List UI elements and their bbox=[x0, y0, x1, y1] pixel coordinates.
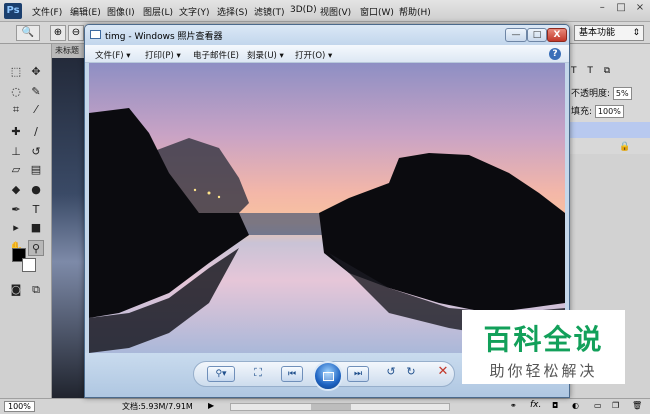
link-panel-icon[interactable]: ⧉ bbox=[604, 66, 610, 76]
background-color-swatch[interactable] bbox=[22, 258, 36, 272]
move-tool-icon[interactable]: ✥ bbox=[28, 64, 44, 80]
select-arrows-icon: ⇕ bbox=[632, 28, 640, 38]
rotate-ccw-icon[interactable]: ↺ bbox=[383, 365, 399, 378]
viewer-menu-print[interactable]: 打印(P) ▾ bbox=[145, 49, 181, 61]
rotate-cw-icon[interactable]: ↻ bbox=[403, 365, 419, 378]
viewer-titlebar[interactable]: timg - Windows 照片查看器 — □ X bbox=[85, 25, 569, 45]
delete-layer-icon[interactable]: 🗑 bbox=[632, 401, 642, 410]
mask-icon[interactable]: ◘ bbox=[552, 401, 558, 410]
viewer-menu-file[interactable]: 文件(F) ▾ bbox=[95, 49, 131, 61]
brush-tool-icon[interactable]: ∕ bbox=[28, 124, 44, 140]
document-info: 文档:5.93M/7.91M bbox=[122, 402, 193, 411]
history-brush-icon[interactable]: ↺ bbox=[28, 144, 44, 160]
menu-window[interactable]: 窗口(W) bbox=[360, 5, 394, 18]
link-layers-icon[interactable]: ⚭ bbox=[510, 401, 517, 410]
next-icon[interactable]: ⏭ bbox=[347, 366, 369, 382]
type-panel-icon-2[interactable]: T bbox=[587, 66, 593, 76]
crop-tool-icon[interactable]: ⌗ bbox=[8, 102, 24, 118]
horizontal-scrollbar[interactable] bbox=[230, 403, 450, 411]
ps-canvas bbox=[52, 58, 86, 398]
fill-input[interactable]: 100% bbox=[594, 105, 624, 118]
workspace-label: 基本功能 bbox=[579, 28, 616, 38]
previous-icon[interactable]: ⏮ bbox=[281, 366, 303, 382]
viewer-minimize-button[interactable]: — bbox=[505, 28, 527, 42]
fill-label: 填充: bbox=[571, 107, 593, 117]
path-select-icon[interactable]: ▸ bbox=[8, 220, 24, 236]
eyedropper-tool-icon[interactable]: ⁄ bbox=[28, 102, 44, 118]
ps-maximize-button[interactable]: □ bbox=[613, 2, 629, 16]
selected-layer-row[interactable] bbox=[567, 122, 650, 138]
viewer-title: timg - Windows 照片查看器 bbox=[105, 32, 223, 42]
fx-icon[interactable]: fx. bbox=[530, 400, 541, 410]
panel-icon-row: T T ⧉ bbox=[571, 66, 610, 76]
watermark-logo: 百科全说 助你轻松解决 bbox=[462, 310, 625, 384]
shape-tool-icon[interactable]: ■ bbox=[28, 220, 44, 236]
healing-brush-icon[interactable]: ✚ bbox=[8, 124, 24, 140]
help-icon[interactable]: ? bbox=[549, 48, 561, 60]
photoshop-logo: Ps bbox=[4, 3, 22, 19]
opacity-input[interactable]: 5% bbox=[612, 87, 632, 100]
viewer-menu-burn[interactable]: 刻录(U) ▾ bbox=[247, 49, 284, 61]
menu-edit[interactable]: 编辑(E) bbox=[70, 5, 101, 18]
menu-view[interactable]: 视图(V) bbox=[320, 5, 351, 18]
lasso-tool-icon[interactable]: ◌ bbox=[8, 84, 24, 100]
blur-tool-icon[interactable]: ◆ bbox=[8, 182, 24, 198]
ps-statusbar: 100% 文档:5.93M/7.91M ▶ ⚭ fx. ◘ ◐ ▭ ❐ 🗑 bbox=[0, 398, 650, 414]
menu-help[interactable]: 帮助(H) bbox=[399, 5, 431, 18]
zoom-in-icon[interactable]: ⊕ bbox=[50, 25, 66, 41]
viewer-maximize-button[interactable]: □ bbox=[527, 28, 547, 42]
viewer-menubar: 文件(F) ▾ 打印(P) ▾ 电子邮件(E) 刻录(U) ▾ 打开(O) ▾ … bbox=[85, 45, 569, 63]
document-tab[interactable]: 未标题 bbox=[52, 44, 84, 58]
photo-viewer-icon bbox=[90, 30, 101, 39]
new-layer-icon[interactable]: ❐ bbox=[612, 401, 619, 410]
menu-3d[interactable]: 3D(D) bbox=[290, 5, 317, 15]
marquee-tool-icon[interactable]: ⬚ bbox=[8, 64, 24, 80]
menu-layer[interactable]: 图层(L) bbox=[143, 5, 173, 18]
menu-filter[interactable]: 滤镜(T) bbox=[254, 5, 285, 18]
viewer-menu-email[interactable]: 电子邮件(E) bbox=[193, 49, 239, 61]
menu-type[interactable]: 文字(Y) bbox=[179, 5, 210, 18]
zoom-dropdown-icon[interactable]: ⚲▾ bbox=[207, 366, 235, 382]
scrollbar-thumb[interactable] bbox=[311, 404, 351, 410]
slideshow-icon bbox=[323, 372, 334, 381]
slideshow-button[interactable] bbox=[313, 361, 343, 391]
workspace-select[interactable]: 基本功能 ⇕ bbox=[574, 25, 644, 41]
actual-size-icon[interactable]: ⛶ bbox=[249, 366, 267, 382]
watermark-title: 百科全说 bbox=[483, 323, 604, 356]
group-icon[interactable]: ▭ bbox=[594, 401, 602, 410]
zoom-out-icon[interactable]: ⊖ bbox=[68, 25, 84, 41]
zoom-tool-icon[interactable]: ⚲ bbox=[28, 240, 44, 256]
ps-close-button[interactable]: × bbox=[632, 2, 648, 16]
type-tool-icon[interactable]: T bbox=[28, 202, 44, 218]
delete-icon[interactable]: ✕ bbox=[435, 364, 451, 379]
clone-stamp-icon[interactable]: ⊥ bbox=[8, 144, 24, 160]
quick-select-tool-icon[interactable]: ✎ bbox=[28, 84, 44, 100]
ps-toolbox: ⬚ ✥ ◌ ✎ ⌗ ⁄ ✚ ∕ ⊥ ↺ ▱ ▤ ◆ ● ✒ T ▸ ■ ✋ ⚲ … bbox=[0, 44, 52, 398]
pen-tool-icon[interactable]: ✒ bbox=[8, 202, 24, 218]
ps-minimize-button[interactable]: – bbox=[594, 2, 610, 16]
quick-mask-icon[interactable]: ◙ bbox=[8, 282, 24, 298]
menu-select[interactable]: 选择(S) bbox=[217, 5, 248, 18]
menu-image[interactable]: 图像(I) bbox=[107, 5, 135, 18]
status-arrow-icon[interactable]: ▶ bbox=[208, 401, 214, 410]
viewer-close-button[interactable]: X bbox=[547, 28, 567, 42]
dodge-tool-icon[interactable]: ● bbox=[28, 182, 44, 198]
zoom-field[interactable]: 100% bbox=[4, 401, 35, 412]
adjustment-icon[interactable]: ◐ bbox=[572, 401, 579, 410]
watermark-subtitle: 助你轻松解决 bbox=[489, 362, 598, 380]
ps-menubar: Ps 文件(F) 编辑(E) 图像(I) 图层(L) 文字(Y) 选择(S) 滤… bbox=[0, 0, 650, 22]
lock-icon: 🔒 bbox=[619, 142, 631, 152]
zoom-tool-preset-icon[interactable]: 🔍 bbox=[16, 25, 40, 41]
gradient-tool-icon[interactable]: ▤ bbox=[28, 162, 44, 178]
opacity-row: 不透明度: 5% bbox=[571, 86, 632, 100]
screen-mode-icon[interactable]: ⧉ bbox=[28, 282, 44, 298]
ps-window-controls: – □ × bbox=[594, 2, 648, 16]
fill-row: 填充: 100% bbox=[571, 104, 624, 118]
viewer-menu-open[interactable]: 打开(O) ▾ bbox=[295, 49, 332, 61]
eraser-tool-icon[interactable]: ▱ bbox=[8, 162, 24, 178]
type-panel-icon[interactable]: T bbox=[571, 66, 577, 76]
menu-file[interactable]: 文件(F) bbox=[32, 5, 62, 18]
opacity-label: 不透明度: bbox=[571, 89, 611, 99]
